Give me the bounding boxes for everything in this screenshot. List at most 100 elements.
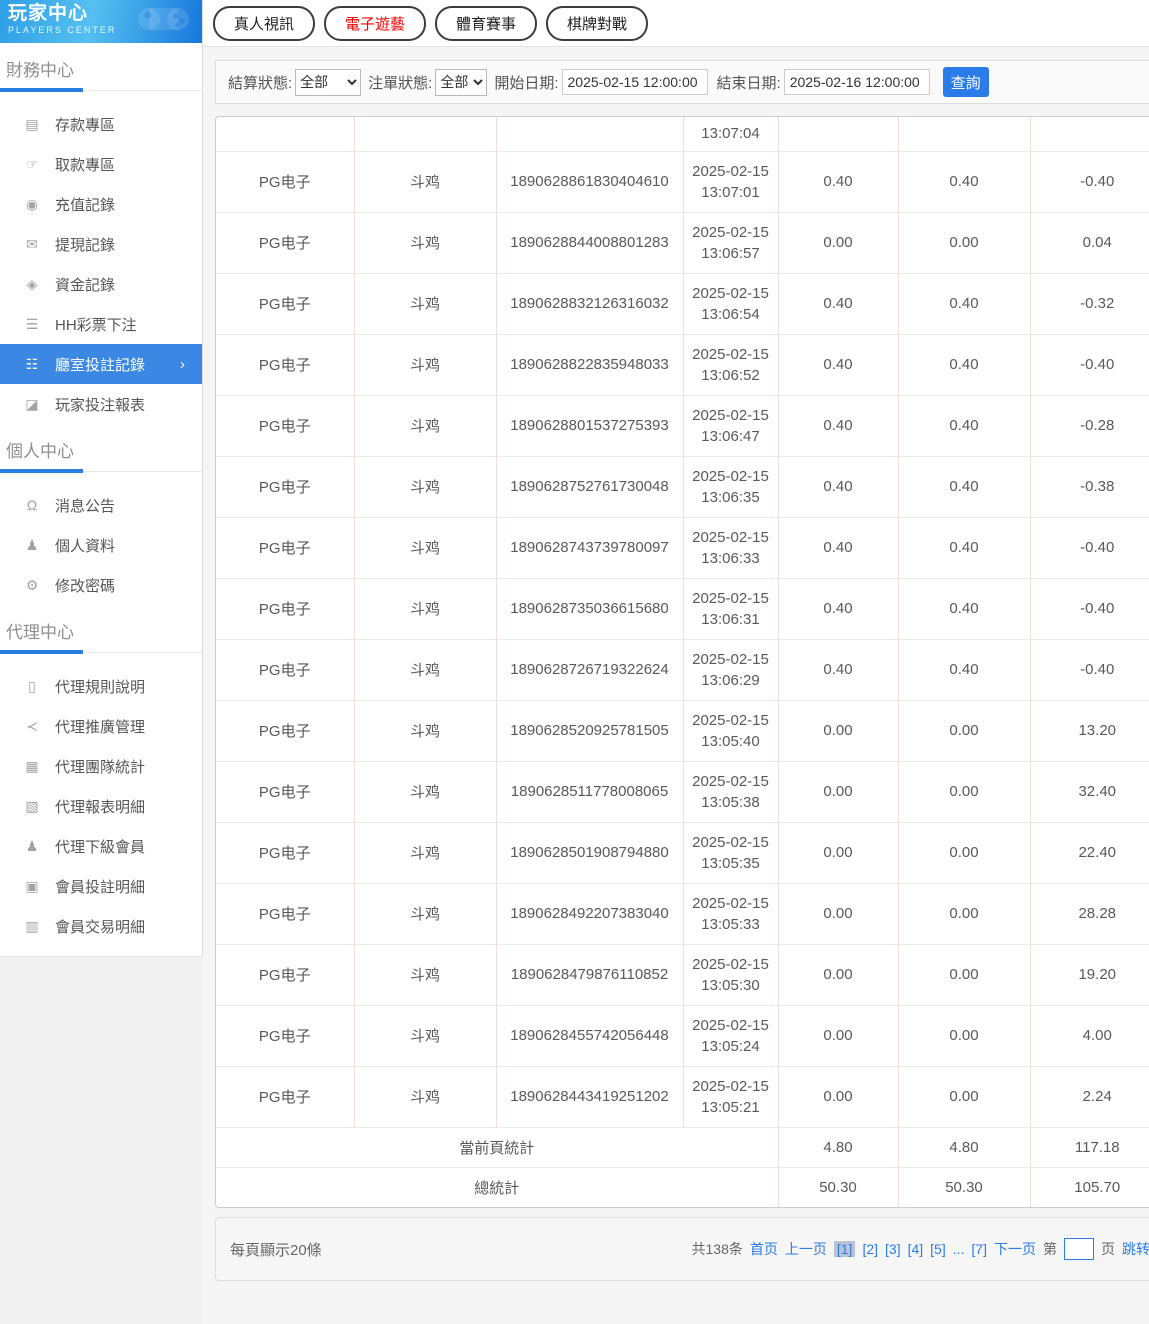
cell-platform: PG电子 xyxy=(216,1005,354,1066)
page-link-1[interactable]: [1] xyxy=(834,1241,856,1257)
datetime-date: 2025-02-15 xyxy=(686,710,776,731)
withdraw-hand-icon: ☞ xyxy=(21,156,43,173)
cell-order: 1890628735036615680 xyxy=(496,578,683,639)
people-icon: ♟ xyxy=(21,838,43,855)
cell-datetime: 2025-02-1513:05:38 xyxy=(683,761,778,822)
cell-winloss: -0.40 xyxy=(1030,578,1149,639)
sidebar-item-label: 代理規則說明 xyxy=(55,676,145,697)
summary-row-total: 總統計50.3050.30105.70 xyxy=(216,1167,1149,1207)
sidebar-item-agent-rules[interactable]: ▯代理規則說明 xyxy=(0,666,202,706)
cell-winloss: 19.20 xyxy=(1030,944,1149,1005)
table-row: PG电子斗鸡18906287267193226242025-02-1513:06… xyxy=(216,639,1149,700)
tab-live-video[interactable]: 真人視訊 xyxy=(213,6,315,41)
sidebar-item-funds-records[interactable]: ◈資金記錄 xyxy=(0,264,202,304)
sidebar-item-agent-report-detail[interactable]: ▧代理報表明細 xyxy=(0,786,202,826)
sidebar-item-announcements[interactable]: Ω消息公告 xyxy=(0,485,202,525)
sidebar-item-agent-promotion[interactable]: ≺代理推廣管理 xyxy=(0,706,202,746)
end-date-input[interactable] xyxy=(784,69,930,95)
sidebar-section-underline xyxy=(0,90,202,91)
cell-bet-amount: 0.40 xyxy=(778,639,898,700)
prev-page-link[interactable]: 上一页 xyxy=(785,1239,827,1259)
cell-bet-amount: 0.00 xyxy=(778,822,898,883)
cell-valid-bet: 0.40 xyxy=(898,334,1030,395)
cell-platform: PG电子 xyxy=(216,273,354,334)
query-button[interactable]: 查詢 xyxy=(943,67,989,97)
start-date-label: 開始日期: xyxy=(494,72,558,93)
cell-game: 斗鸡 xyxy=(354,944,496,1005)
cell-valid-bet: 0.40 xyxy=(898,151,1030,212)
table-row: PG电子斗鸡18906287527617300482025-02-1513:06… xyxy=(216,456,1149,517)
gear-icon: ⚙ xyxy=(21,577,43,594)
sidebar-item-withdraw-area[interactable]: ☞取款專區 xyxy=(0,144,202,184)
cell-game: 斗鸡 xyxy=(354,883,496,944)
sidebar-item-player-bet-report[interactable]: ◪玩家投注報表 xyxy=(0,384,202,424)
cell-platform: PG电子 xyxy=(216,212,354,273)
page-link-3[interactable]: [3] xyxy=(885,1241,901,1257)
cell-order: 1890628822835948033 xyxy=(496,334,683,395)
first-page-link[interactable]: 首页 xyxy=(750,1239,778,1259)
page-link-5[interactable]: [5] xyxy=(930,1241,946,1257)
sidebar-item-change-password[interactable]: ⚙ 修改密碼 xyxy=(0,565,202,605)
summary-winloss: 105.70 xyxy=(1030,1167,1149,1207)
cell-winloss: 22.40 xyxy=(1030,822,1149,883)
table-row: PG电子斗鸡18906284798761108522025-02-1513:05… xyxy=(216,944,1149,1005)
cell-valid-bet: 0.00 xyxy=(898,883,1030,944)
cell-winloss: -0.40 xyxy=(1030,151,1149,212)
game-controller-icon xyxy=(136,4,192,36)
section-accent-bar xyxy=(0,469,83,473)
sidebar-item-hh-lottery-bets[interactable]: ☰HH彩票下注 xyxy=(0,304,202,344)
tab-board-card-battle[interactable]: 棋牌對戰 xyxy=(546,6,648,41)
page-link-7[interactable]: [7] xyxy=(971,1241,987,1257)
bet-records-table: 13:07:04 PG电子斗鸡18906288618304046102025-0… xyxy=(215,116,1149,1208)
cell-datetime: 2025-02-1513:05:30 xyxy=(683,944,778,1005)
sidebar-item-room-bet-records[interactable]: ☷廳室投註記錄› xyxy=(0,344,202,384)
cell-bet-amount: 0.00 xyxy=(778,700,898,761)
sidebar-item-withdrawal-records[interactable]: ✉提現記錄 xyxy=(0,224,202,264)
cell-bet xyxy=(778,117,898,151)
settle-status-select[interactable]: 全部 xyxy=(295,69,361,96)
sidebar-item-label: 充值記錄 xyxy=(55,194,115,215)
cell-valid-bet: 0.00 xyxy=(898,822,1030,883)
start-date-input[interactable] xyxy=(562,69,708,95)
cell-winloss: 2.24 xyxy=(1030,1066,1149,1127)
sidebar-item-label: 會員投註明細 xyxy=(55,876,145,897)
sidebar-section-underline xyxy=(0,652,202,653)
jump-button[interactable]: 跳转 xyxy=(1122,1239,1149,1259)
next-page-link[interactable]: 下一页 xyxy=(994,1239,1036,1259)
cell-valid-bet: 0.40 xyxy=(898,273,1030,334)
cell-bet-amount: 0.00 xyxy=(778,1066,898,1127)
cell-game: 斗鸡 xyxy=(354,151,496,212)
cell-bet-amount: 0.40 xyxy=(778,578,898,639)
order-status-select[interactable]: 全部 xyxy=(435,69,487,96)
page-link-2[interactable]: [2] xyxy=(862,1241,878,1257)
tab-sports-events[interactable]: 體育賽事 xyxy=(435,6,537,41)
cell-datetime: 2025-02-1513:06:52 xyxy=(683,334,778,395)
page-link-4[interactable]: [4] xyxy=(908,1241,924,1257)
tab-electronic-games[interactable]: 電子遊藝 xyxy=(324,6,426,41)
sidebar-item-profile[interactable]: ♟個人資料 xyxy=(0,525,202,565)
cell-game xyxy=(354,117,496,151)
table-row: PG电子斗鸡18906288321263160322025-02-1513:06… xyxy=(216,273,1149,334)
datetime-time: 13:05:35 xyxy=(686,853,776,874)
cell-game: 斗鸡 xyxy=(354,1066,496,1127)
sidebar-item-member-bet-detail[interactable]: ▣會員投註明細 xyxy=(0,866,202,906)
cell-valid-bet: 0.00 xyxy=(898,761,1030,822)
sidebar-item-agent-sub-members[interactable]: ♟ 代理下級會員 xyxy=(0,826,202,866)
cell-bet-amount: 0.00 xyxy=(778,761,898,822)
sidebar-item-member-transaction-detail[interactable]: ▥會員交易明細 xyxy=(0,906,202,946)
sidebar-item-agent-team-stats[interactable]: ▦代理團隊統計 xyxy=(0,746,202,786)
datetime-date: 2025-02-15 xyxy=(686,588,776,609)
datetime-date: 2025-02-15 xyxy=(686,649,776,670)
cell-winloss: -0.40 xyxy=(1030,517,1149,578)
sidebar-item-label: 代理下級會員 xyxy=(55,836,145,857)
jump-page-input[interactable] xyxy=(1064,1238,1094,1260)
cell-bet-amount: 0.40 xyxy=(778,517,898,578)
cell-order: 1890628801537275393 xyxy=(496,395,683,456)
datetime-time: 13:05:30 xyxy=(686,975,776,996)
sidebar-item-label: 修改密碼 xyxy=(55,575,115,596)
filter-bar: 結算狀態: 全部 注單狀態: 全部 開始日期: 結束日期: 查詢 xyxy=(215,60,1149,104)
sidebar-item-deposit-area[interactable]: ▤存款專區 xyxy=(0,104,202,144)
page-size-text: 每頁顯示20條 xyxy=(230,1239,322,1260)
cell-order: 1890628520925781505 xyxy=(496,700,683,761)
sidebar-item-recharge-records[interactable]: ◉充值記錄 xyxy=(0,184,202,224)
